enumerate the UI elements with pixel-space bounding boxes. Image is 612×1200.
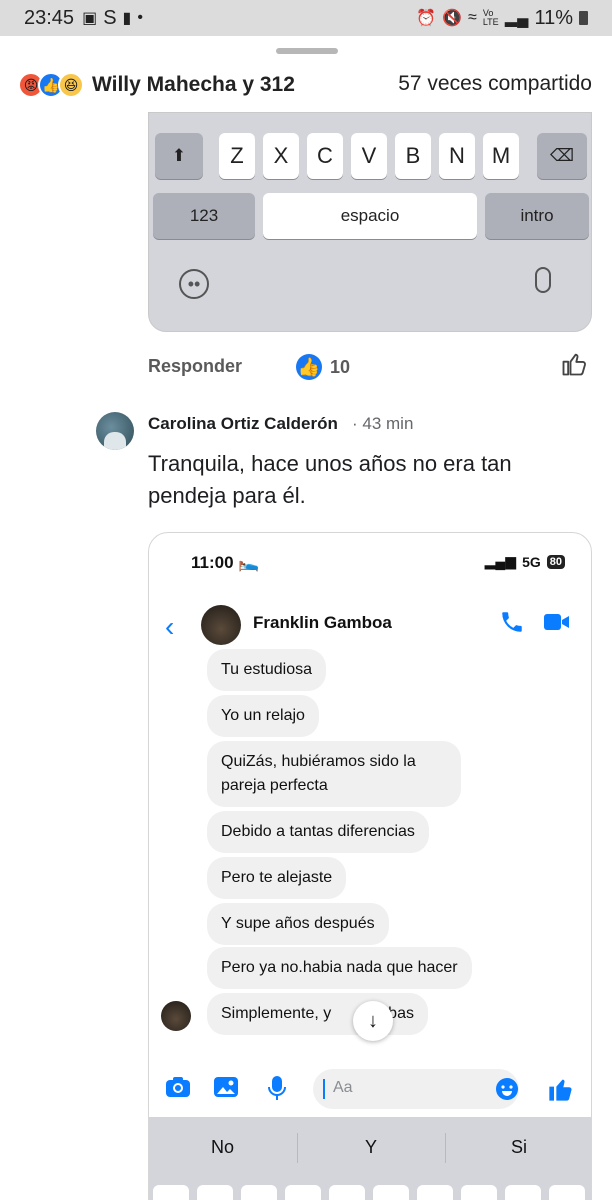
contact-name: Franklin Gamboa	[253, 613, 392, 632]
key-x: X	[263, 133, 299, 179]
message-composer: Aa	[149, 1067, 591, 1111]
back-chevron-icon: ‹	[165, 611, 175, 642]
key-o: O	[505, 1185, 541, 1200]
signal-icon: ▂▄▆	[484, 553, 517, 569]
haha-reaction-icon: 😆	[58, 72, 84, 98]
key-t: T	[329, 1185, 365, 1200]
comment-image-chat-screenshot[interactable]: 11:00 🛌 ▂▄▆ 5G 80 ‹ Franklin Gamboa Tu e…	[148, 532, 592, 1200]
message-bubble: Pero te alejaste	[207, 857, 347, 899]
message-bubble: Simplemente, y estabas	[207, 993, 428, 1035]
bed-icon: 🛌	[238, 553, 260, 572]
reply-button[interactable]: Responder	[148, 356, 242, 377]
reactors-names: Willy Mahecha y 312	[92, 73, 295, 96]
lock-icon: ▮	[122, 10, 132, 27]
thumbs-up-icon	[547, 1075, 575, 1108]
sheet-drag-handle[interactable]	[276, 48, 338, 54]
backspace-key: ⌫	[537, 133, 587, 179]
numbers-key: 123	[153, 193, 255, 239]
status-time: 23:45	[24, 6, 75, 29]
reactions-summary[interactable]: 😡 👍 😆 Willy Mahecha y 312	[18, 68, 295, 102]
key-i: I	[461, 1185, 497, 1200]
key-m: M	[483, 133, 519, 179]
message-bubble: Tu estudiosa	[207, 649, 327, 691]
ios-status-bar: 11:00 🛌 ▂▄▆ 5G 80	[149, 551, 591, 577]
keyboard-qwerty-row: Q W E R T Y U I O P	[149, 1181, 591, 1200]
key-p: P	[549, 1185, 585, 1200]
avatar[interactable]	[96, 412, 134, 450]
key-u: U	[417, 1185, 453, 1200]
key-b: B	[395, 133, 431, 179]
emoji-icon	[495, 1077, 519, 1106]
contact-avatar	[201, 605, 241, 645]
dot-icon: •	[137, 9, 143, 26]
suggestion-no: No	[211, 1137, 235, 1157]
signal-icon: ▂▄	[504, 10, 529, 27]
key-y: Y	[373, 1185, 409, 1200]
ios-status-right: ▂▄▆ 5G 80	[485, 553, 565, 570]
microphone-icon	[535, 267, 551, 293]
battery-icon	[579, 11, 588, 25]
comment-author[interactable]: Carolina Ortiz Calderón	[148, 414, 338, 434]
phone-icon	[499, 609, 525, 640]
chat-header: ‹ Franklin Gamboa	[149, 601, 591, 647]
suggestion-y: Y	[365, 1137, 378, 1157]
gallery-icon	[213, 1075, 239, 1104]
ios-time: 11:00 🛌	[191, 553, 260, 572]
volte-icon: Vo LTE	[482, 8, 499, 27]
key-c: C	[307, 133, 343, 179]
share-count[interactable]: 57 veces compartido	[398, 72, 592, 96]
comment-text: Tranquila, hace unos años no era tan pen…	[148, 451, 512, 508]
enter-key: intro	[485, 193, 589, 239]
key-r: R	[285, 1185, 321, 1200]
status-bar: 23:45 ▣ S ▮ • ⏰ 🔇 ≈ Vo LTE ▂▄ 11%	[0, 0, 612, 36]
battery-percent: 11%	[534, 6, 573, 29]
microphone-icon	[267, 1075, 287, 1106]
battery-label: 80	[546, 554, 565, 569]
comment-time: · 43 min	[352, 414, 414, 433]
message-bubble: QuiZás, hubiéramos sido la pareja perfec…	[207, 741, 461, 807]
suggestion-divider	[445, 1133, 446, 1163]
video-call-icon	[543, 611, 571, 638]
space-key: espacio	[263, 193, 477, 239]
gallery-icon: ▣	[82, 10, 98, 27]
suggestion-si: Si	[511, 1137, 528, 1157]
contact-avatar-small	[161, 1001, 191, 1031]
thumbs-up-outline-icon[interactable]	[560, 350, 588, 383]
comment-image-keyboard[interactable]: ⬆ Z X C V B N M ⌫ 123 espacio intro ••	[148, 112, 592, 332]
message-bubble: Pero ya no.habia nada que hacer	[207, 947, 472, 989]
shift-key: ⬆	[155, 133, 203, 179]
alarm-icon: ⏰	[416, 10, 437, 27]
key-z: Z	[219, 133, 255, 179]
comment-like-count[interactable]: 👍 10	[296, 354, 350, 380]
camera-icon	[165, 1075, 191, 1104]
message-bubble: Debido a tantas diferencias	[207, 811, 429, 853]
key-w: W	[197, 1185, 233, 1200]
message-bubble: Yo un relajo	[207, 695, 319, 737]
suggestion-divider	[297, 1133, 298, 1163]
s-icon: S	[103, 6, 117, 29]
like-count-value: 10	[330, 356, 351, 377]
mute-icon: 🔇	[442, 10, 463, 27]
message-input: Aa	[313, 1069, 519, 1109]
keyboard-suggestions: No Y Si	[149, 1117, 591, 1181]
message-bubble: Y supe años después	[207, 903, 389, 945]
like-badge-icon: 👍	[296, 354, 322, 380]
key-e: E	[241, 1185, 277, 1200]
key-q: Q	[153, 1185, 189, 1200]
wifi-icon: ≈	[468, 9, 477, 26]
key-v: V	[351, 133, 387, 179]
key-n: N	[439, 133, 475, 179]
network-label: 5G	[522, 553, 541, 570]
scroll-down-arrow-icon: ↓	[353, 1001, 393, 1041]
emoji-icon: ••	[179, 269, 209, 299]
